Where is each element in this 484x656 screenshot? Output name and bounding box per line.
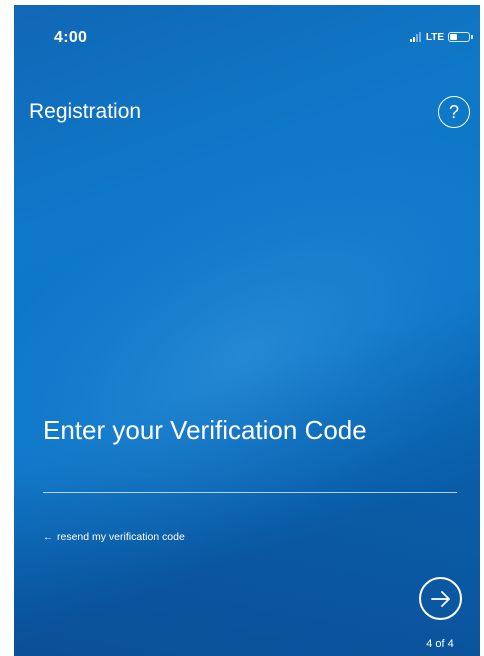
resend-code-link[interactable]: ← resend my verification code [43, 531, 185, 543]
registration-screen: 4:00 LTE Registration ? ← resend my veri… [14, 5, 480, 656]
signal-bar [409, 39, 412, 42]
verification-code-input[interactable] [43, 410, 457, 450]
step-indicator: 4 of 4 [426, 638, 454, 650]
page-title: Registration [29, 100, 142, 123]
resend-code-label: resend my verification code [57, 531, 185, 543]
verification-code-field [43, 410, 457, 493]
signal-bar [412, 36, 415, 42]
next-button[interactable] [419, 577, 462, 620]
signal-icon [409, 32, 422, 42]
status-bar: 4:00 LTE [14, 5, 480, 65]
status-indicators: LTE [409, 30, 473, 44]
help-icon: ? [448, 101, 459, 122]
network-label: LTE [425, 31, 444, 43]
signal-bar [415, 34, 418, 42]
signal-bar [418, 32, 421, 42]
arrow-right-icon [430, 590, 450, 607]
help-button[interactable]: ? [438, 96, 470, 128]
arrow-left-icon: ← [43, 531, 53, 543]
battery-icon [448, 32, 473, 42]
battery-level [450, 34, 457, 40]
status-time: 4:00 [54, 29, 88, 46]
field-underline [43, 492, 457, 493]
